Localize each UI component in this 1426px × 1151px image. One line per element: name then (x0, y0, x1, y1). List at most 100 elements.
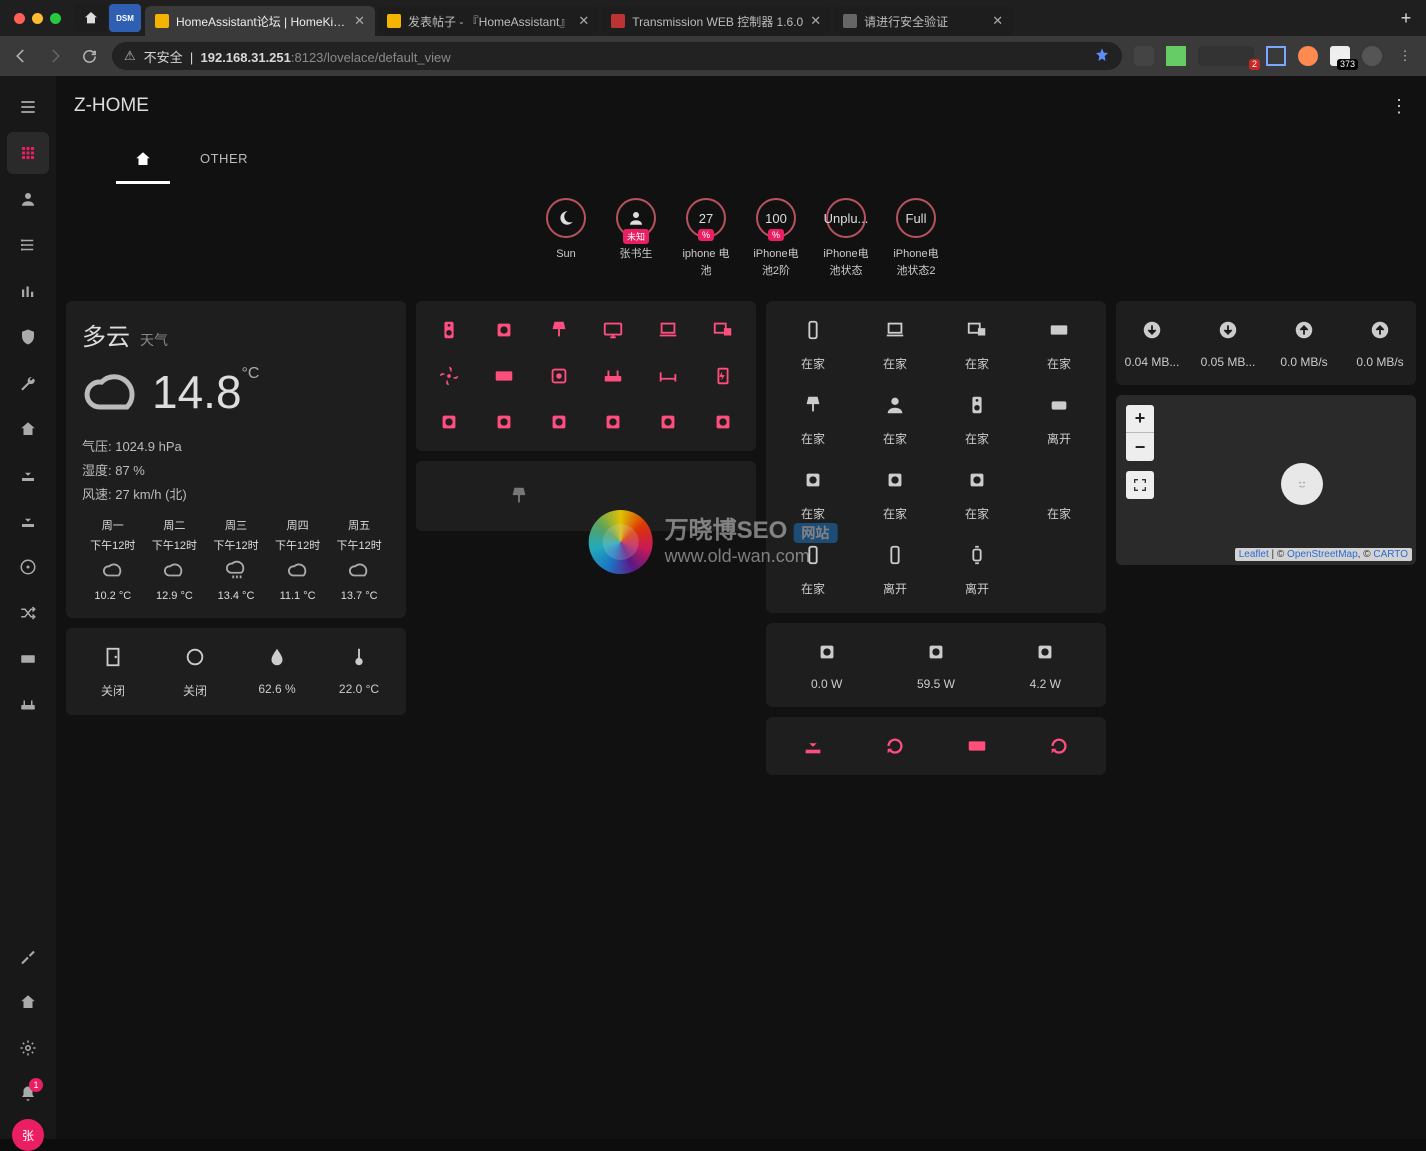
device-entity[interactable] (596, 317, 631, 343)
rail-devtools[interactable] (7, 362, 49, 404)
browser-menu[interactable]: ⋮ (1394, 45, 1416, 67)
rail-hass[interactable] (7, 981, 49, 1023)
scene-entity[interactable] (462, 483, 576, 509)
rail-media[interactable] (7, 546, 49, 588)
scene-entity[interactable] (596, 483, 710, 509)
device-entity[interactable] (541, 409, 576, 435)
presence-entity[interactable]: 在家 (946, 467, 1008, 522)
pinned-tab-ha[interactable] (75, 4, 107, 32)
weather-card[interactable]: 多云天气 14.8°C 气压: 1024.9 hPa湿度: 87 %风速: 27… (66, 301, 406, 618)
presence-entity[interactable]: 在家 (782, 317, 844, 372)
browser-tab[interactable]: Transmission WEB 控制器 1.6.0 ✕ (601, 6, 831, 36)
rail-avatar[interactable]: 张 (12, 1119, 44, 1151)
device-entity[interactable] (432, 317, 467, 343)
presence-entity[interactable]: 在家 (864, 467, 926, 522)
device-entity[interactable] (651, 409, 686, 435)
presence-entity[interactable]: 离开 (864, 542, 926, 597)
misc-entity[interactable] (946, 733, 1008, 759)
misc-entity[interactable] (1028, 733, 1090, 759)
browser-tab[interactable]: 发表帖子 - 『HomeAssistant』 ✕ (377, 6, 599, 36)
header-badge[interactable]: Full iPhone电池状态2 (888, 198, 944, 279)
rail-download2[interactable] (7, 500, 49, 542)
forecast-day[interactable]: 周四下午12时 11.1 °C (267, 517, 329, 602)
close-tab-icon[interactable]: ✕ (810, 13, 821, 29)
close-window[interactable] (14, 13, 25, 24)
header-menu[interactable]: ⋮ (1390, 96, 1408, 117)
device-entity[interactable] (596, 409, 631, 435)
device-entity[interactable] (705, 409, 740, 435)
device-entity[interactable] (541, 363, 576, 389)
maximize-window[interactable] (50, 13, 61, 24)
map-card[interactable]: + − Leaflet | © OpenStreetMap, © CARTO (1116, 395, 1416, 565)
misc-entity[interactable] (864, 733, 926, 759)
profile-avatar[interactable] (1362, 46, 1382, 66)
ext-shield-icon[interactable] (1134, 46, 1154, 66)
transfer-entity[interactable]: 0.05 MB... (1200, 317, 1256, 369)
tab-other[interactable]: OTHER (182, 136, 266, 184)
ext-counter-icon[interactable] (1330, 46, 1350, 66)
header-badge[interactable]: Sun (538, 198, 594, 279)
header-badge[interactable]: 100 % iPhone电池2阶 (748, 198, 804, 279)
forecast-day[interactable]: 周一下午12时 10.2 °C (82, 517, 144, 602)
power-entity[interactable]: 0.0 W (782, 639, 871, 691)
minimize-window[interactable] (32, 13, 43, 24)
header-badge[interactable]: 27 % iphone 电池 (678, 198, 734, 279)
forecast-day[interactable]: 周三下午12时 13.4 °C (205, 517, 267, 602)
rail-history[interactable] (7, 270, 49, 312)
presence-entity[interactable]: 离开 (946, 542, 1008, 597)
sensor-entity[interactable]: 22.0 °C (328, 644, 390, 699)
rail-notifications[interactable]: 1 (7, 1073, 49, 1115)
url-field[interactable]: ⚠ 不安全 | 192.168.31.251:8123/lovelace/def… (112, 42, 1122, 70)
map-marker[interactable] (1281, 463, 1323, 505)
presence-entity[interactable]: 在家 (1028, 317, 1090, 372)
sensor-entity[interactable]: 关闭 (164, 644, 226, 699)
rail-download1[interactable] (7, 454, 49, 496)
rail-map[interactable] (7, 178, 49, 220)
device-entity[interactable] (541, 317, 576, 343)
forecast-day[interactable]: 周二下午12时 12.9 °C (144, 517, 206, 602)
device-entity[interactable] (432, 363, 467, 389)
presence-entity[interactable]: 在家 (946, 317, 1008, 372)
rail-hammer[interactable] (7, 935, 49, 977)
presence-entity[interactable]: 在家 (782, 467, 844, 522)
device-entity[interactable] (487, 409, 522, 435)
header-badge[interactable]: Unplu... iPhone电池状态 (818, 198, 874, 279)
device-entity[interactable] (487, 317, 522, 343)
transfer-entity[interactable]: 0.04 MB... (1124, 317, 1180, 369)
map-zoom-out[interactable]: − (1126, 433, 1154, 461)
rail-random[interactable] (7, 592, 49, 634)
ext-red-badge-icon[interactable] (1198, 46, 1254, 66)
rail-shield[interactable] (7, 316, 49, 358)
browser-tab[interactable]: HomeAssistant论坛 | HomeKit论 ✕ (145, 6, 375, 36)
ext-green-icon[interactable] (1166, 46, 1186, 66)
device-entity[interactable] (432, 409, 467, 435)
map-fullscreen[interactable] (1126, 471, 1154, 499)
rail-keyboard[interactable] (7, 638, 49, 680)
power-entity[interactable]: 59.5 W (891, 639, 980, 691)
transfer-entity[interactable]: 0.0 MB/s (1276, 317, 1332, 369)
transfer-entity[interactable]: 0.0 MB/s (1352, 317, 1408, 369)
rail-overview[interactable] (7, 132, 49, 174)
presence-entity[interactable]: 在家 (864, 392, 926, 447)
misc-entity[interactable] (782, 733, 844, 759)
ext-orange-icon[interactable] (1298, 46, 1318, 66)
presence-entity[interactable]: 在家 (946, 392, 1008, 447)
device-entity[interactable] (651, 363, 686, 389)
close-tab-icon[interactable]: ✕ (354, 13, 365, 29)
back-button[interactable] (10, 45, 32, 67)
close-tab-icon[interactable]: ✕ (992, 13, 1003, 29)
reload-button[interactable] (78, 45, 100, 67)
device-entity[interactable] (651, 317, 686, 343)
presence-entity[interactable]: 在家 (1028, 467, 1090, 522)
header-badge[interactable]: 未知 张书生 (608, 198, 664, 279)
device-entity[interactable] (705, 363, 740, 389)
rail-router[interactable] (7, 684, 49, 726)
device-entity[interactable] (487, 363, 522, 389)
power-entity[interactable]: 4.2 W (1001, 639, 1090, 691)
forecast-day[interactable]: 周五下午12时 13.7 °C (328, 517, 390, 602)
rail-logbook[interactable] (7, 224, 49, 266)
presence-entity[interactable]: 在家 (864, 317, 926, 372)
map-zoom-in[interactable]: + (1126, 405, 1154, 433)
rail-menu[interactable] (7, 86, 49, 128)
sensor-entity[interactable]: 62.6 % (246, 644, 308, 699)
